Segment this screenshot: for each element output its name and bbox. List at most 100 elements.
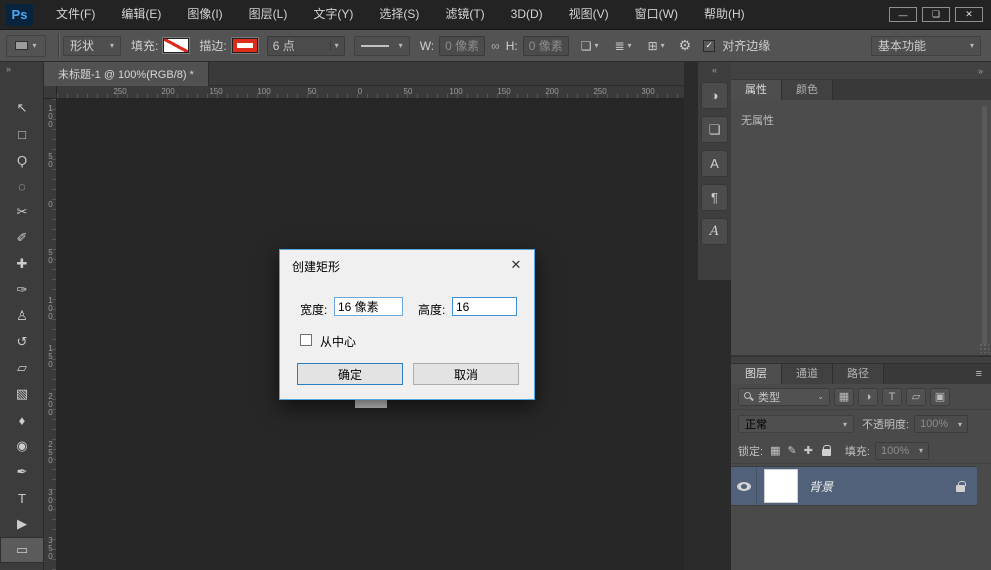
menu-item[interactable]: 选择(S) <box>366 0 432 29</box>
lock-paint-icon[interactable]: ✎ <box>787 444 796 457</box>
tool-mode-dropdown[interactable]: 形状 ▾ <box>63 36 121 56</box>
panel-splitter[interactable] <box>731 356 991 364</box>
menu-item[interactable]: 滤镜(T) <box>432 0 497 29</box>
rectangular-marquee-tool[interactable]: □ <box>0 121 44 147</box>
lasso-tool[interactable]: Ϙ <box>0 147 44 173</box>
scrollbar[interactable] <box>982 106 987 345</box>
blend-mode-dropdown[interactable]: 正常 ▾ <box>738 415 854 433</box>
quick-selection-tool[interactable]: ◌ <box>0 173 44 199</box>
history-brush-tool[interactable]: ↺ <box>0 329 44 355</box>
character-panel-icon[interactable]: A <box>701 150 728 177</box>
restore-button[interactable]: ❏ <box>922 7 950 22</box>
tab-channels[interactable]: 通道 <box>782 364 833 384</box>
collapse-panels-button[interactable]: » <box>731 62 991 80</box>
path-operations-button[interactable]: ❏ ▾ <box>577 36 603 56</box>
tab-color[interactable]: 颜色 <box>782 80 833 100</box>
from-center-checkbox[interactable] <box>300 334 312 346</box>
document-canvas[interactable] <box>355 399 387 408</box>
path-alignment-button[interactable]: ≣ ▾ <box>610 36 635 56</box>
crop-tool[interactable]: ✂ <box>0 199 44 225</box>
blur-tool[interactable]: ♦ <box>0 407 44 433</box>
layer-filter-dropdown[interactable]: 类型 ⌄ <box>738 388 830 406</box>
ruler-label: 100 <box>46 296 55 320</box>
opacity-field[interactable]: 100% ▾ <box>914 415 968 433</box>
width-input[interactable] <box>334 297 403 316</box>
expand-dock-button[interactable]: « <box>698 62 731 78</box>
menu-item[interactable]: 编辑(E) <box>108 0 174 29</box>
lock-row: 锁定: ▦✎✚ 填充: 100% ▾ <box>731 438 991 464</box>
type-tool[interactable]: T <box>0 485 44 511</box>
stroke-type-dropdown[interactable]: ▾ <box>354 36 410 56</box>
close-button[interactable]: ✕ <box>955 7 983 22</box>
layer-row-background[interactable]: 背景 <box>731 466 977 506</box>
menu-item[interactable]: 视图(V) <box>556 0 622 29</box>
dodge-tool[interactable]: ◉ <box>0 433 44 459</box>
pen-tool[interactable]: ✒ <box>0 459 44 485</box>
stroke-width-field[interactable]: 6 点 ▾ <box>267 36 345 56</box>
menu-item[interactable]: 文字(Y) <box>300 0 366 29</box>
blend-row: 正常 ▾ 不透明度: 100% ▾ <box>731 410 991 438</box>
tab-properties[interactable]: 属性 <box>731 80 782 100</box>
rectangle-tool[interactable]: ▭ <box>0 537 44 563</box>
menu-item[interactable]: 窗口(W) <box>622 0 691 29</box>
path-arrange-button[interactable]: ⊞ ▾ <box>644 36 669 56</box>
filter-shape-icon[interactable]: ▱ <box>906 388 926 406</box>
height-input[interactable] <box>452 297 517 316</box>
filter-pixel-icon[interactable]: ▦ <box>834 388 854 406</box>
move-tool[interactable]: ↖ <box>0 95 44 121</box>
document-tab[interactable]: 未标题-1 @ 100%(RGB/8) * <box>44 62 209 86</box>
stroke-swatch[interactable] <box>232 38 258 53</box>
tool-preset-dropdown[interactable]: ▾ <box>6 35 46 57</box>
tab-layers[interactable]: 图层 <box>731 364 782 384</box>
filter-adjustment-icon[interactable]: ◑ <box>858 388 878 406</box>
lock-transparency-icon[interactable]: ▦ <box>770 444 780 457</box>
ruler-label: 350 <box>46 536 55 560</box>
ok-button[interactable]: 确定 <box>297 363 403 385</box>
lock-position-icon[interactable]: ✚ <box>804 444 813 457</box>
resize-grip-icon[interactable] <box>979 343 989 353</box>
brush-tool[interactable]: ✑ <box>0 277 44 303</box>
menu-item[interactable]: 文件(F) <box>43 0 108 29</box>
menu-item[interactable]: 图层(L) <box>236 0 301 29</box>
cancel-button[interactable]: 取消 <box>413 363 519 385</box>
fill-swatch[interactable] <box>163 38 189 53</box>
layer-fill-field[interactable]: 100% ▾ <box>875 442 929 460</box>
paragraph-panel-icon[interactable]: ¶ <box>701 184 728 211</box>
toolbar-collapse-button[interactable]: » <box>0 62 43 77</box>
minimize-button[interactable]: — <box>889 7 917 22</box>
close-icon[interactable]: ✕ <box>504 255 528 274</box>
menu-item[interactable]: 帮助(H) <box>691 0 758 29</box>
rectangle-preset-icon <box>15 41 28 50</box>
gradient-tool[interactable]: ▧ <box>0 381 44 407</box>
ruler-label: 100 <box>46 104 55 128</box>
eyedropper-tool[interactable]: ✐ <box>0 225 44 251</box>
from-center-label: 从中心 <box>320 333 356 350</box>
panel-menu-icon[interactable]: ≡ <box>967 368 991 380</box>
vertical-ruler[interactable]: 10050050100150200250300350400 <box>44 99 57 570</box>
character-styles-panel-icon[interactable]: A <box>701 218 728 245</box>
filter-smart-object-icon[interactable]: ▣ <box>930 388 950 406</box>
lock-all-icon[interactable] <box>822 449 831 456</box>
eraser-tool[interactable]: ▱ <box>0 355 44 381</box>
align-edges-checkbox[interactable]: ✓ <box>703 40 715 52</box>
gear-icon[interactable]: ⚙ <box>679 37 692 54</box>
adjustments-panel-icon[interactable]: ◑ <box>701 82 728 109</box>
layer-thumbnail[interactable] <box>765 470 797 502</box>
styles-panel-icon[interactable]: ❏ <box>701 116 728 143</box>
clone-stamp-tool[interactable]: ♙ <box>0 303 44 329</box>
workspace-switcher[interactable]: 基本功能 ▾ <box>871 36 981 56</box>
shape-width-field[interactable]: 0 像素 <box>439 36 485 56</box>
link-dimensions-icon[interactable]: ∞ <box>491 39 500 53</box>
tool-list: ↖□Ϙ◌✂✐✚✑♙↺▱▧♦◉✒T▶▭ <box>0 77 43 563</box>
spot-healing-brush-tool[interactable]: ✚ <box>0 251 44 277</box>
horizontal-ruler[interactable]: 25020015010050050100150200250300 <box>57 86 684 99</box>
lock-icon <box>956 485 965 492</box>
visibility-toggle[interactable] <box>731 467 757 505</box>
path-selection-tool[interactable]: ▶ <box>0 511 44 537</box>
shape-height-field[interactable]: 0 像素 <box>523 36 569 56</box>
layer-fill-label: 填充: <box>845 443 870 459</box>
tab-paths[interactable]: 路径 <box>833 364 884 384</box>
filter-type-icon[interactable]: T <box>882 388 902 406</box>
menu-item[interactable]: 3D(D) <box>498 0 556 29</box>
menu-item[interactable]: 图像(I) <box>174 0 235 29</box>
